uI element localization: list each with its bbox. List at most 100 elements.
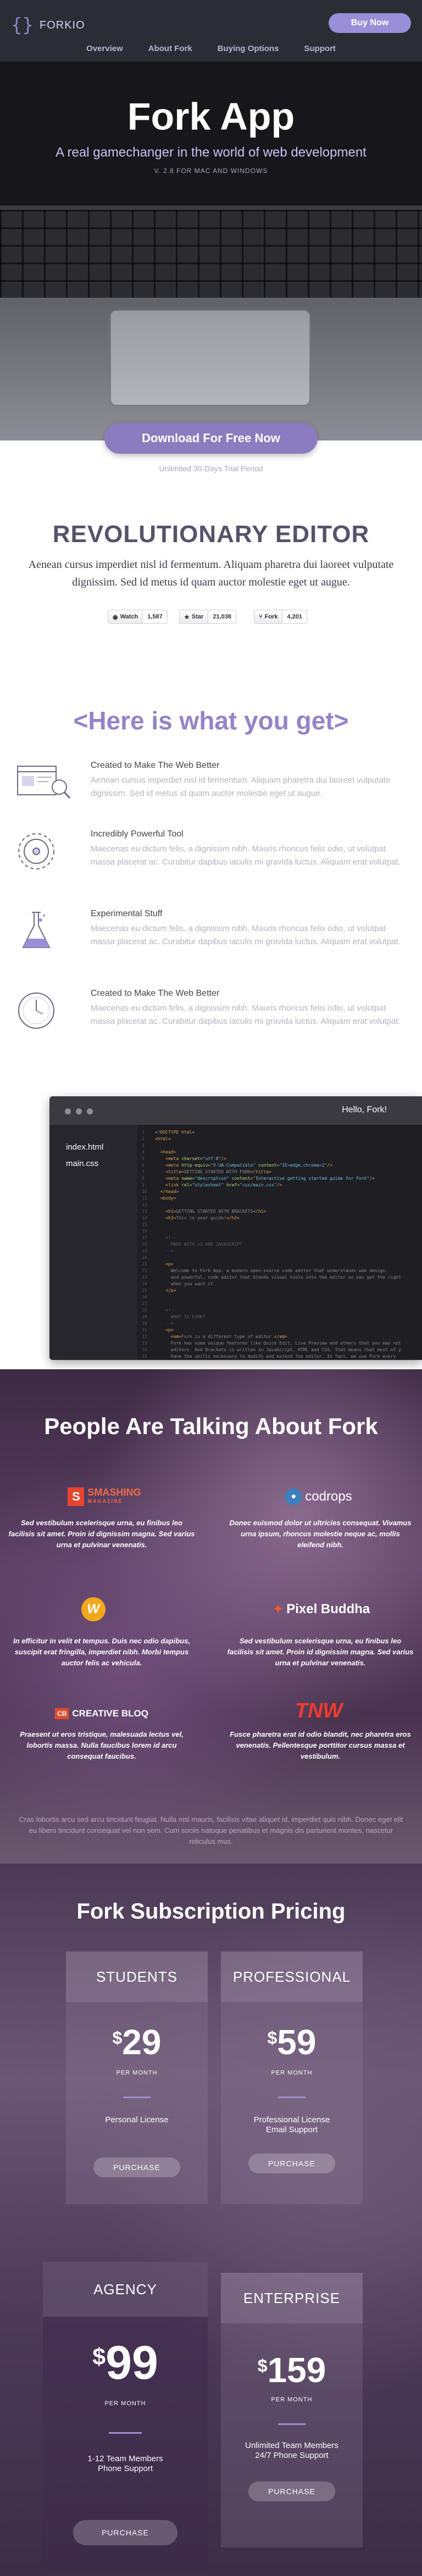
plan-card-agency: AGENCY $99 PER MONTH 1-12 Team Members P… xyxy=(43,2262,208,2569)
site-header: {} FORKIO Buy Now Overview About Fork Bu… xyxy=(0,0,422,62)
eye-icon: ◉ xyxy=(113,614,118,621)
fork-count: 4,201 xyxy=(282,610,307,623)
plan-price: $99 xyxy=(92,2337,158,2389)
main-nav: Overview About Fork Buying Options Suppo… xyxy=(0,44,422,56)
clock-icon xyxy=(18,993,54,1029)
window-minimize-button[interactable] xyxy=(76,1108,82,1114)
logo[interactable]: {} FORKIO xyxy=(11,15,85,35)
plan-period: PER MONTH xyxy=(271,2396,313,2403)
plan-divider xyxy=(123,2097,151,2098)
cb-icon: CB xyxy=(55,1708,69,1719)
feature-text: Maecenas eu dictum felis, a dignissim ni… xyxy=(91,924,401,946)
editor-title: REVOLUTIONARY EDITOR xyxy=(52,521,370,548)
purchase-button[interactable]: PURCHASE xyxy=(248,2482,335,2501)
trackpad xyxy=(110,310,310,406)
feature-title: Created to Make The Web Better xyxy=(91,989,220,998)
hero-subtitle: A real gamechanger in the world of web d… xyxy=(55,145,367,160)
plan-feature: Unlimited Team Members xyxy=(245,2441,338,2450)
feature-item: Created to Make The Web Better Aenean cu… xyxy=(16,761,412,827)
testimonial-quote: Fusce pharetra erat id odio blandit, nec… xyxy=(230,1730,411,1760)
fork-icon: ⑂ xyxy=(259,614,263,620)
window-title: Hello, Fork! xyxy=(342,1105,387,1114)
feature-title: Experimental Stuff xyxy=(91,909,163,918)
hero-title: Fork App xyxy=(127,95,295,138)
window-maximize-button[interactable] xyxy=(87,1108,93,1114)
github-fork-button[interactable]: ⑂ Fork 4,201 xyxy=(254,610,307,624)
testimonials-footer: Cras lobortis arcu sed arcu tincidunt fe… xyxy=(19,1815,403,1845)
purchase-button[interactable]: PURCHASE xyxy=(73,2520,177,2545)
window-close-button[interactable] xyxy=(65,1108,71,1114)
star-count: 21,038 xyxy=(208,610,236,623)
plan-name: AGENCY xyxy=(43,2262,208,2317)
plan-period: PER MONTH xyxy=(104,2400,146,2407)
w-icon: W xyxy=(81,1597,106,1621)
flask-icon xyxy=(22,912,51,948)
hero: Fork App A real gamechanger in the world… xyxy=(0,62,422,441)
file-sidebar: index.html main.css xyxy=(49,1125,137,1360)
plan-card-students: STUDENTS $29 PER MONTH Personal License … xyxy=(66,1951,208,2204)
feature-item: Incredibly Powerful Tool Maecenas eu dic… xyxy=(16,829,412,895)
plan-price: $29 xyxy=(112,2022,162,2062)
plan-price: $59 xyxy=(267,2022,316,2062)
plan-feature: Email Support xyxy=(265,2125,318,2134)
feature-title: Incredibly Powerful Tool xyxy=(91,829,184,839)
editor-text: Aenean cursus imperdiet nisl id fermentu… xyxy=(28,559,394,588)
file-main-css[interactable]: main.css xyxy=(66,1159,98,1168)
plan-price: $159 xyxy=(257,2350,326,2390)
logo-text: FORKIO xyxy=(40,19,85,31)
plan-feature: 24/7 Phone Support xyxy=(255,2451,329,2460)
feature-item: Created to Make The Web Better Maecenas … xyxy=(16,989,412,1055)
nav-support[interactable]: Support xyxy=(304,44,336,56)
testimonial-quote: Donec euismod dolor ut ultricies consequ… xyxy=(229,1519,412,1549)
download-button[interactable]: Download For Free Now xyxy=(104,423,318,454)
hero-version: V. 2.8 FOR MAC AND WINDOWS xyxy=(154,167,268,175)
laptop-image xyxy=(0,205,422,441)
plan-name: PROFESSIONAL xyxy=(221,1951,363,2002)
plan-name: ENTERPRISE xyxy=(221,2273,363,2323)
nav-about-fork[interactable]: About Fork xyxy=(148,44,192,56)
purchase-button[interactable]: PURCHASE xyxy=(93,2157,180,2177)
nav-overview[interactable]: Overview xyxy=(86,44,123,56)
github-watch-button[interactable]: ◉ Watch 1,587 xyxy=(108,610,168,624)
editor-window: Hello, Fork! index.html main.css 1 <!DOCT… xyxy=(49,1096,422,1360)
smashing-logo: S SMASHING MAGAZINE xyxy=(49,1485,159,1509)
codrops-logo: ● codrops xyxy=(264,1485,374,1509)
code-area[interactable]: 1 <!DOCTYPE html> 2 <html> 3 4 <head> 5 <m… xyxy=(137,1129,422,1360)
plan-feature: Professional License xyxy=(253,2115,330,2125)
tnw-logo: TNW xyxy=(295,1699,343,1722)
testimonials-section: People Are Talking About Fork S SMASHING… xyxy=(0,1369,422,1864)
logo-braces-icon: {} xyxy=(11,14,34,36)
pixel-buddha-icon: ✦ xyxy=(273,1602,284,1616)
plan-divider xyxy=(109,2432,142,2434)
window-titlebar: Hello, Fork! xyxy=(49,1096,422,1125)
plan-period: PER MONTH xyxy=(116,2070,158,2076)
testimonial-quote: Sed vestibulum scelerisque urna, eu fini… xyxy=(227,1637,414,1667)
nav-buying-options[interactable]: Buying Options xyxy=(218,44,279,56)
star-icon: ★ xyxy=(184,614,190,621)
feature-title: Created to Make The Web Better xyxy=(91,761,220,770)
file-index-html[interactable]: index.html xyxy=(66,1142,103,1152)
plan-divider xyxy=(278,2423,306,2425)
plan-feature: 1-12 Team Members xyxy=(87,2454,163,2463)
watch-count: 1,587 xyxy=(143,610,167,623)
features-title: <Here is what you get> xyxy=(73,706,349,735)
plan-period: PER MONTH xyxy=(271,2070,313,2076)
codrops-drop-icon: ● xyxy=(285,1488,302,1505)
testimonials-title: People Are Talking About Fork xyxy=(44,1413,378,1439)
keyboard xyxy=(0,210,422,298)
buy-now-button[interactable]: Buy Now xyxy=(329,13,411,33)
pricing-section: Fork Subscription Pricing STUDENTS $29 P… xyxy=(0,1864,422,2576)
smashing-s-icon: S xyxy=(68,1487,85,1506)
plan-feature: Personal License xyxy=(105,2115,169,2125)
gear-icon xyxy=(18,833,54,869)
plan-card-enterprise: ENTERPRISE $159 PER MONTH Unlimited Team… xyxy=(221,2273,363,2547)
purchase-button[interactable]: PURCHASE xyxy=(248,2154,335,2173)
plan-feature: Phone Support xyxy=(97,2464,153,2473)
github-star-button[interactable]: ★ Star 21,038 xyxy=(179,610,236,624)
pricing-title: Fork Subscription Pricing xyxy=(76,1899,346,1923)
feature-text: Maecenas eu dictum felis, a dignissim ni… xyxy=(91,844,401,867)
plan-divider xyxy=(278,2097,306,2098)
feature-text: Aenean cursus imperdiet nisl id fermentu… xyxy=(91,776,391,798)
feature-item: Experimental Stuff Maecenas eu dictum fe… xyxy=(16,909,412,975)
testimonial-quote: Sed vestibulum scelerisque urna, eu fini… xyxy=(8,1519,195,1549)
